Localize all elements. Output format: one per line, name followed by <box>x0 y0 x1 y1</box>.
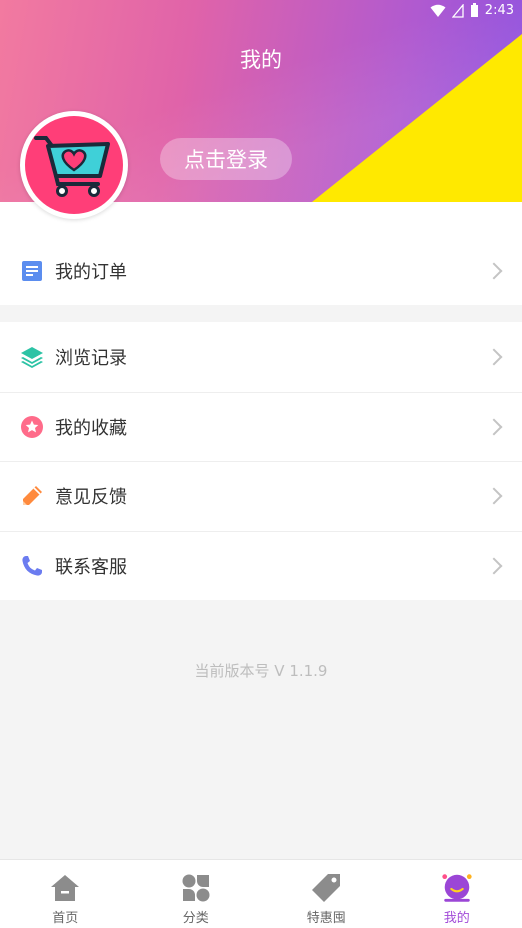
shopping-cart-heart-icon <box>34 136 110 197</box>
version-text: 当前版本号 V 1.1.9 <box>194 662 328 680</box>
layers-icon <box>20 345 44 369</box>
wifi-icon <box>430 4 446 17</box>
page-title: 我的 <box>240 48 282 72</box>
tab-label: 特惠囤 <box>306 911 346 926</box>
order-icon <box>20 259 44 283</box>
chevron-right-icon <box>485 418 503 436</box>
avatar-background <box>25 116 123 214</box>
battery-icon <box>470 3 478 17</box>
tag-icon <box>309 871 343 905</box>
star-badge-icon <box>20 415 44 439</box>
tab-deals[interactable]: 特惠囤 <box>261 860 392 928</box>
tab-label: 分类 <box>182 911 209 926</box>
chevron-right-icon <box>485 348 503 366</box>
tab-label: 首页 <box>52 911 79 926</box>
status-time: 2:43 <box>484 3 514 18</box>
menu-item-label: 浏览记录 <box>55 347 127 369</box>
pencil-icon <box>20 484 44 508</box>
bottom-tab-bar: 首页 分类 特惠囤 我的 <box>0 859 522 928</box>
status-icons: 2:43 <box>430 3 514 18</box>
menu-item-feedback[interactable]: 意见反馈 <box>0 461 522 531</box>
menu-item-favorites[interactable]: 我的收藏 <box>0 391 522 462</box>
menu-item-history[interactable]: 浏览记录 <box>0 322 522 392</box>
profile-icon <box>440 871 474 905</box>
status-bar: 2:43 <box>0 0 522 24</box>
chevron-right-icon <box>485 557 503 575</box>
menu-item-label: 我的订单 <box>55 261 127 283</box>
menu-item-label: 意见反馈 <box>55 487 127 509</box>
tab-category[interactable]: 分类 <box>131 860 262 928</box>
home-icon <box>48 871 82 905</box>
tab-profile[interactable]: 我的 <box>392 860 522 928</box>
menu-group-main: 浏览记录 我的收藏 意见反馈 联系客服 <box>0 322 522 600</box>
category-icon <box>179 871 213 905</box>
avatar[interactable] <box>20 111 128 219</box>
tab-home[interactable]: 首页 <box>0 860 131 928</box>
chevron-right-icon <box>485 262 503 279</box>
menu-item-label: 联系客服 <box>55 556 127 578</box>
login-button[interactable]: 点击登录 <box>160 138 292 180</box>
tab-label: 我的 <box>443 911 470 926</box>
menu-item-label: 我的收藏 <box>55 417 127 439</box>
menu-item-customer-service[interactable]: 联系客服 <box>0 530 522 601</box>
phone-icon <box>20 554 44 578</box>
signal-icon <box>451 3 464 18</box>
chevron-right-icon <box>485 487 503 505</box>
